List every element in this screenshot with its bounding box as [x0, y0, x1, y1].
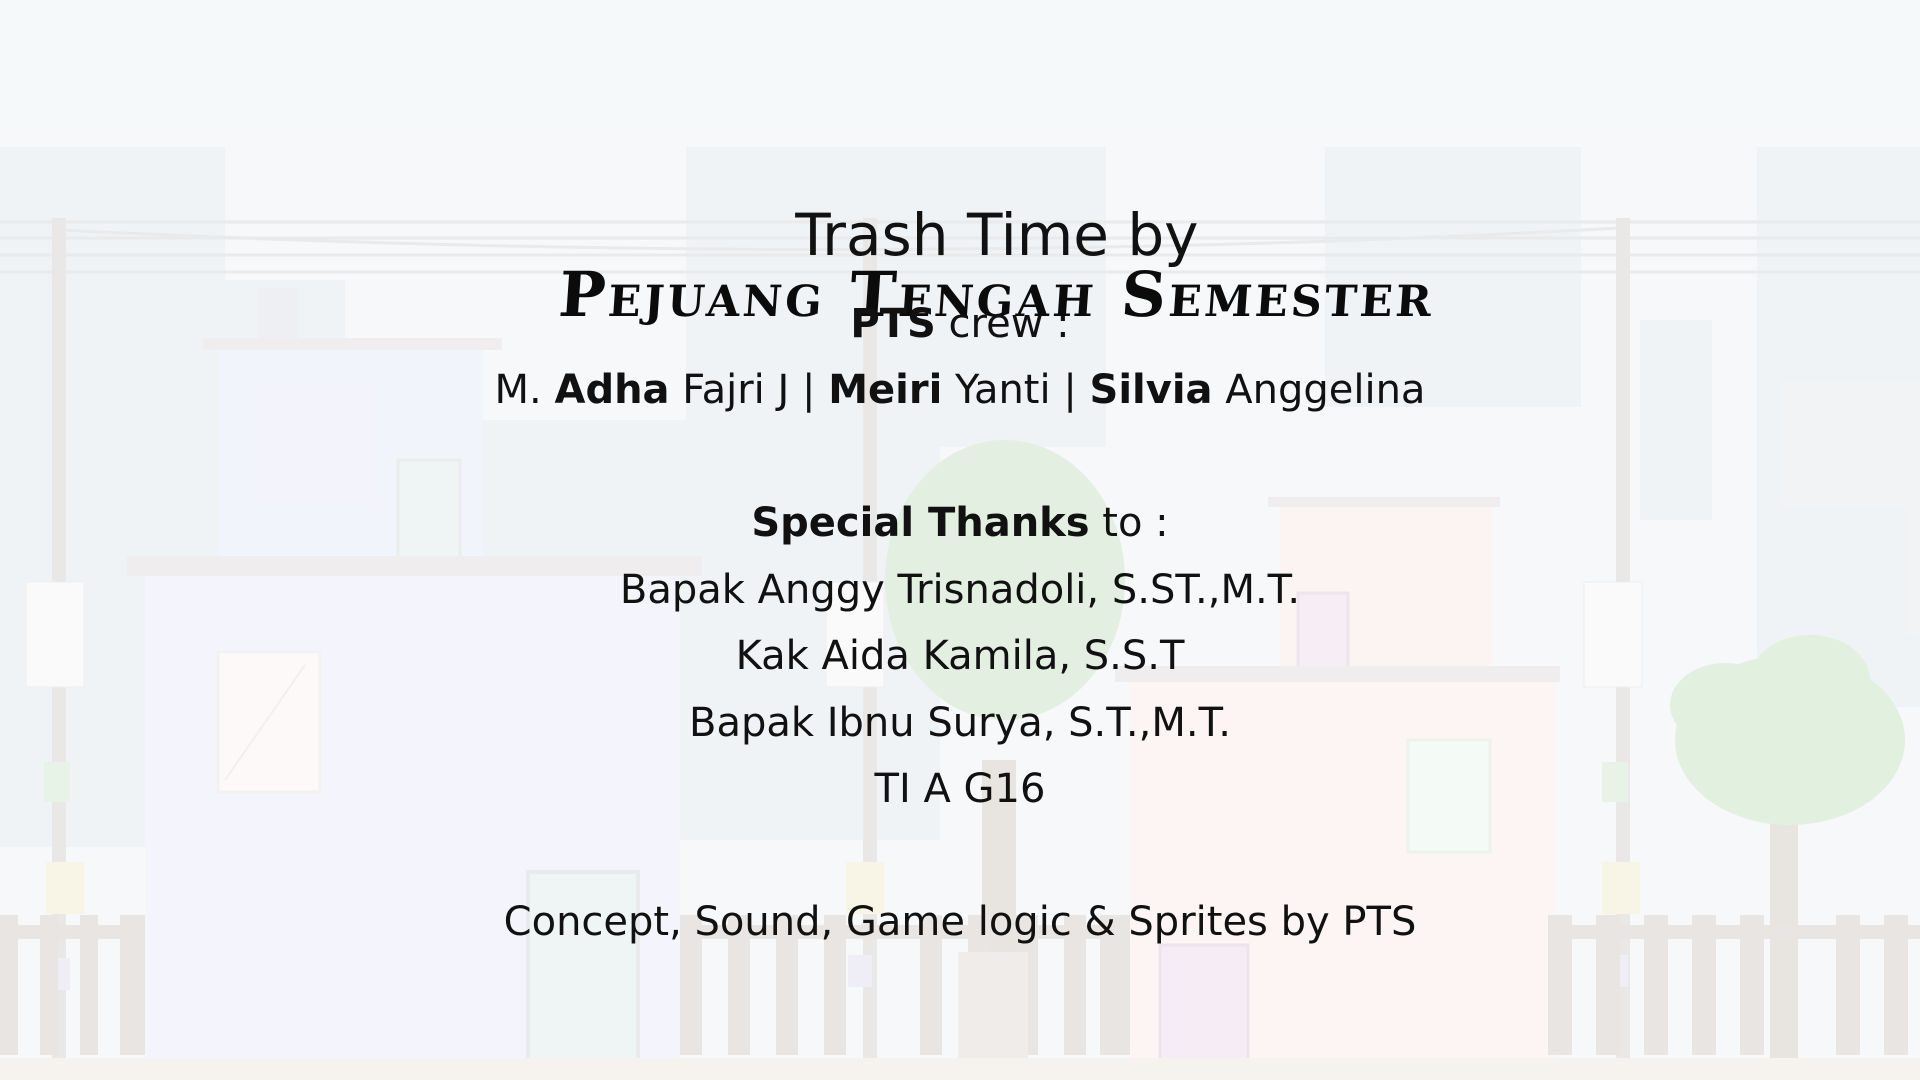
thanks-heading-rest: to :: [1089, 500, 1169, 546]
credits-screen: Trash Time by Pejuang Tengah Semester PT…: [0, 0, 1920, 1080]
thanks-name-1: Bapak Anggy Trisnadoli, S.ST.,M.T.: [619, 567, 1301, 613]
crew-heading-rest: crew :: [935, 301, 1070, 347]
crew-member-3-bold: Silvia: [1089, 367, 1213, 413]
footer-credit: Concept, Sound, Game logic & Sprites by …: [503, 899, 1417, 945]
thanks-heading-bold: Special Thanks: [751, 500, 1090, 546]
crew-member-3-last: Anggelina: [1212, 367, 1426, 413]
thanks-name-3: Bapak Ibnu Surya, S.T.,M.T.: [689, 700, 1231, 746]
crew-member-2-bold: Meiri: [828, 367, 943, 413]
thanks-name-2: Kak Aida Kamila, S.S.T: [735, 633, 1185, 679]
crew-separator-1: |: [789, 367, 829, 413]
crew-member-1-first: M.: [494, 367, 555, 413]
crew-member-1-bold: Adha: [554, 367, 670, 413]
crew-member-1-last: Fajri J: [669, 367, 790, 413]
crew-heading: PTS crew :: [0, 304, 1920, 344]
credits-title: Trash Time by Pejuang Tengah Semester: [0, 148, 1920, 384]
crew-members: M. Adha Fajri J | Meiri Yanti | Silvia A…: [0, 370, 1920, 410]
crew-separator-2: |: [1050, 367, 1090, 413]
thanks-name-4: TI A G16: [874, 766, 1046, 812]
thanks-heading: Special Thanks to :: [0, 503, 1920, 543]
crew-heading-bold: PTS: [850, 301, 936, 347]
crew-member-2-last: Yanti: [942, 367, 1051, 413]
